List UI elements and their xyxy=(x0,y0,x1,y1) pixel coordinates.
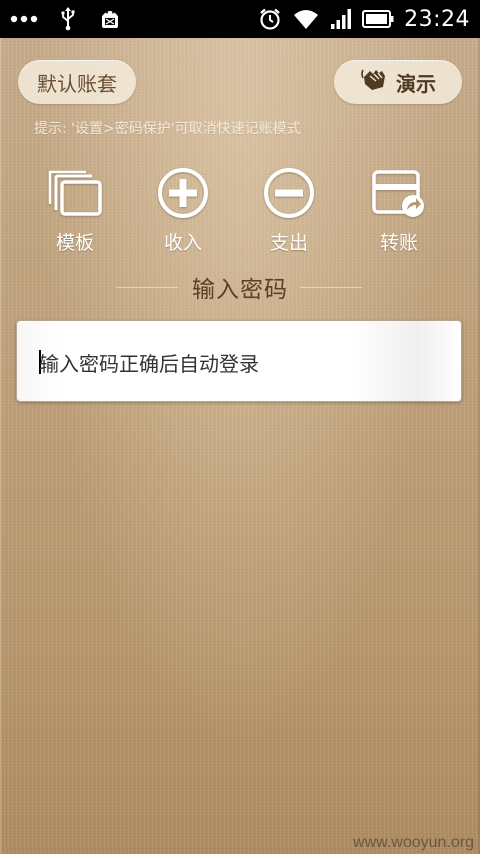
battery-icon xyxy=(362,10,394,28)
demo-hand-icon xyxy=(360,67,390,98)
account-set-label: 默认账套 xyxy=(37,71,117,96)
expense-action[interactable]: 支出 xyxy=(239,164,339,255)
income-label: 收入 xyxy=(163,232,202,254)
usb-icon xyxy=(60,7,76,31)
password-input[interactable]: 输入密码正确后自动登录 xyxy=(16,320,462,402)
demo-button[interactable]: 演示 xyxy=(334,60,462,104)
template-action[interactable]: 模板 xyxy=(25,164,125,255)
alarm-icon xyxy=(258,7,282,31)
wifi-icon xyxy=(292,8,320,30)
password-placeholder: 输入密码正确后自动登录 xyxy=(39,352,259,376)
signal-icon xyxy=(330,8,352,30)
android-debug-icon xyxy=(98,7,122,31)
more-dots-icon xyxy=(10,15,38,23)
account-set-button[interactable]: 默认账套 xyxy=(18,60,136,104)
password-section-title: 输入密码 xyxy=(192,277,288,303)
password-section-header: 输入密码 xyxy=(0,270,480,304)
status-left-icons xyxy=(10,0,122,38)
watermark: www.wooyun.org xyxy=(353,834,474,851)
hint-text: 提示: '设置>密码保护'可取消快速记账模式 xyxy=(34,121,301,137)
divider-right xyxy=(300,287,362,288)
expense-minus-icon xyxy=(260,164,318,222)
expense-label: 支出 xyxy=(269,232,308,254)
status-right-icons: 23:24 xyxy=(258,0,470,38)
demo-label: 演示 xyxy=(396,71,436,96)
income-plus-icon xyxy=(154,164,212,222)
app-screen: 默认账套 演示 提示: '设置>密码保护'可取消快速记账模式 模板 收入 支出 … xyxy=(0,38,480,854)
template-icon xyxy=(46,164,104,222)
transfer-action[interactable]: 转账 xyxy=(349,164,449,255)
status-bar: 23:24 xyxy=(0,0,480,38)
template-label: 模板 xyxy=(55,232,94,254)
income-action[interactable]: 收入 xyxy=(133,164,233,255)
transfer-card-icon xyxy=(370,164,428,222)
status-time: 23:24 xyxy=(404,6,470,32)
transfer-label: 转账 xyxy=(379,232,418,254)
